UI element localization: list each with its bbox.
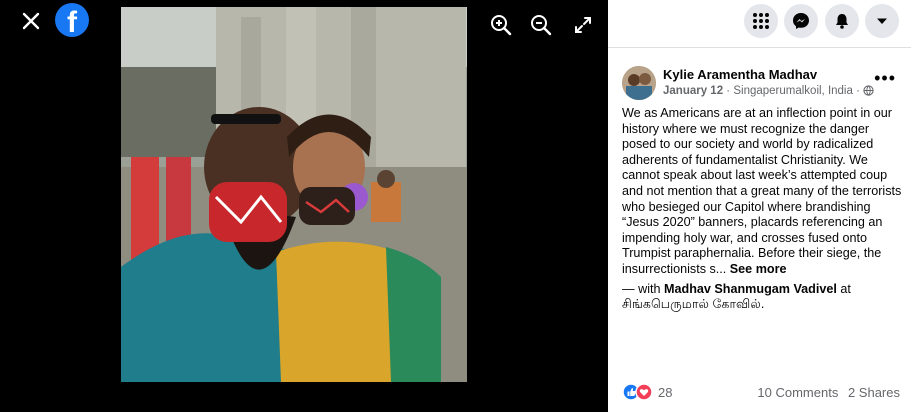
tagged-person[interactable]: Madhav Shanmugam Vadivel <box>664 282 837 296</box>
post-body: We as Americans are at an inflection poi… <box>622 106 902 317</box>
post-date[interactable]: January 12 <box>663 85 723 97</box>
shares-count[interactable]: 2 Shares <box>848 385 900 400</box>
globe-icon <box>863 85 874 99</box>
post-header: Kylie Aramentha Madhav January 12 · Sing… <box>622 66 902 102</box>
tagged-place[interactable]: சிங்கபெருமால் கோவில். <box>622 297 764 311</box>
post-meta: January 12 · Singaperumalkoil, India · <box>663 85 874 99</box>
account-caret-icon[interactable] <box>865 4 899 38</box>
messenger-icon[interactable] <box>784 4 818 38</box>
meta-separator: · <box>723 85 734 97</box>
post-sidebar: Kylie Aramentha Madhav January 12 · Sing… <box>608 0 911 412</box>
more-options-icon[interactable]: ••• <box>874 68 896 89</box>
zoom-in-icon[interactable] <box>488 12 514 38</box>
meta-separator-2: · <box>852 85 864 97</box>
post-location[interactable]: Singaperumalkoil, India <box>733 85 853 97</box>
top-navigation <box>608 0 911 48</box>
avatar[interactable] <box>622 66 656 100</box>
photo-viewer: f <box>0 0 608 412</box>
reaction-icons[interactable] <box>622 383 656 401</box>
post-text: We as Americans are at an inflection poi… <box>622 106 902 276</box>
fullscreen-icon[interactable] <box>570 12 596 38</box>
facebook-logo[interactable]: f <box>55 3 89 37</box>
zoom-out-icon[interactable] <box>528 12 554 38</box>
engagement-counts: 10 Comments 2 Shares <box>751 385 900 400</box>
at-word: at <box>836 281 851 296</box>
notifications-bell-icon[interactable] <box>825 4 859 38</box>
facebook-logo-letter: f <box>67 6 77 37</box>
author-name[interactable]: Kylie Aramentha Madhav <box>663 67 817 82</box>
tagged-line: — with Madhav Shanmugam Vadivel at சிங்க… <box>622 282 902 313</box>
post-photo <box>121 7 467 382</box>
close-icon[interactable] <box>18 8 44 34</box>
see-more-link[interactable]: See more <box>730 262 787 276</box>
reaction-bar: 28 10 Comments 2 Shares <box>622 383 904 403</box>
reaction-count[interactable]: 28 <box>658 385 672 400</box>
with-prefix: — with <box>622 281 664 296</box>
comments-count[interactable]: 10 Comments <box>757 385 838 400</box>
menu-grid-icon[interactable] <box>744 4 778 38</box>
